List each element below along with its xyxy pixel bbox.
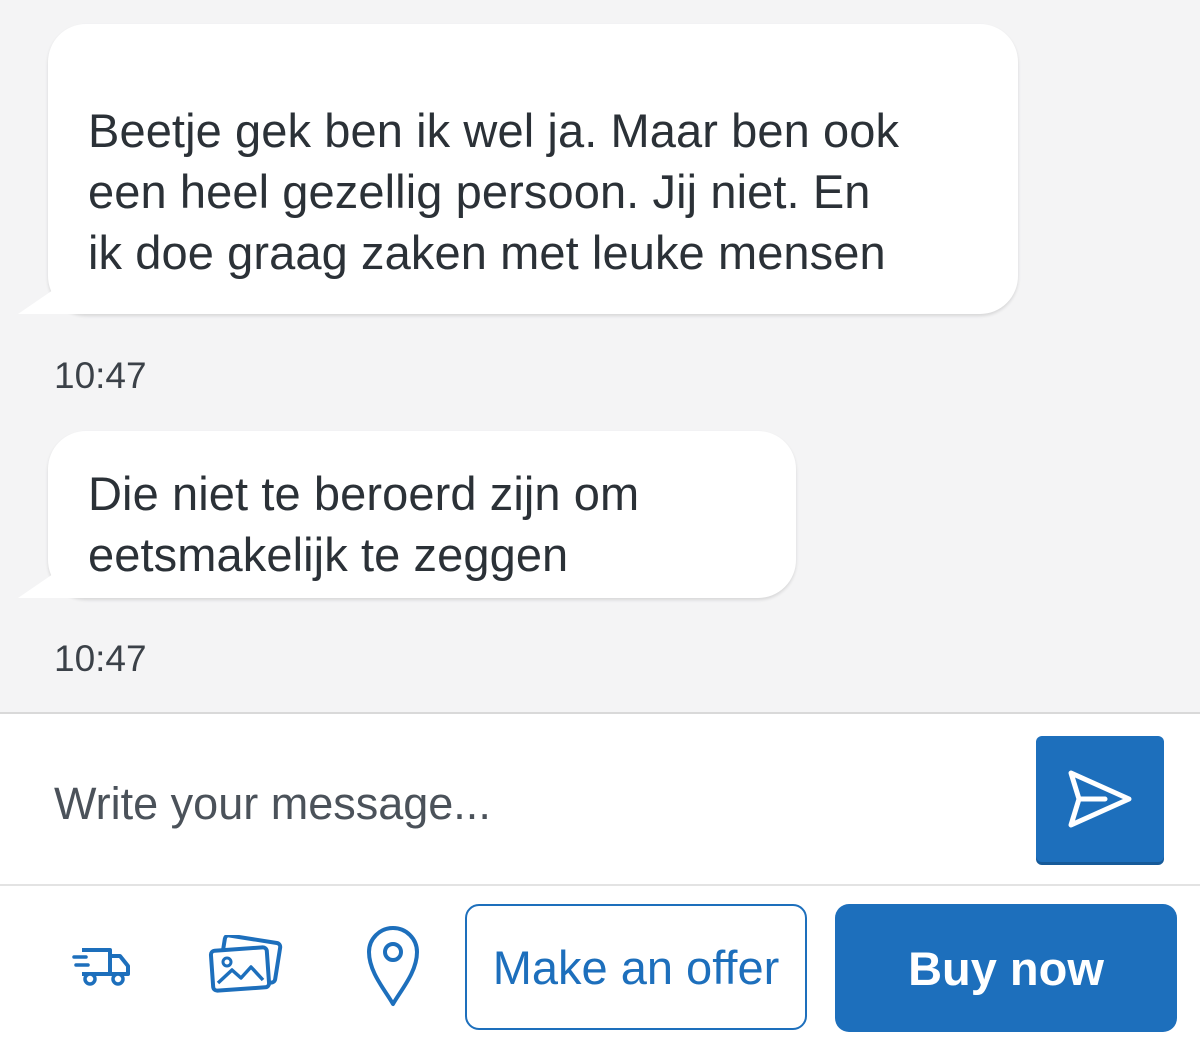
composer-panel: Make an offer Buy now xyxy=(0,712,1200,1054)
make-offer-button[interactable]: Make an offer xyxy=(465,904,807,1030)
photos-icon xyxy=(208,935,283,993)
message-timestamp: 10:47 xyxy=(54,638,147,679)
message-bubble: Beetje gek ben ik wel ja. Maar ben ook e… xyxy=(18,24,1018,314)
composer-divider xyxy=(0,884,1200,886)
bubble-tail xyxy=(18,266,88,314)
location-pin-icon xyxy=(367,926,419,1006)
buy-now-button[interactable]: Buy now xyxy=(835,904,1177,1032)
send-icon xyxy=(1068,770,1132,828)
chat-thread[interactable]: Beetje gek ben ik wel ja. Maar ben ook e… xyxy=(0,0,1200,712)
message-text: Beetje gek ben ik wel ja. Maar ben ook e… xyxy=(88,104,900,279)
send-button[interactable] xyxy=(1036,736,1164,862)
message-input[interactable] xyxy=(54,772,994,836)
location-button[interactable] xyxy=(358,920,428,1012)
shipping-truck-icon xyxy=(72,948,130,986)
message-bubble: Die niet te beroerd zijn om eetsmakelijk… xyxy=(18,431,796,598)
bubble-tail xyxy=(18,550,88,598)
message-timestamp: 10:47 xyxy=(54,355,147,396)
shipping-button[interactable] xyxy=(66,936,140,996)
message-text: Die niet te beroerd zijn om eetsmakelijk… xyxy=(88,467,640,581)
photos-button[interactable] xyxy=(203,930,289,1002)
